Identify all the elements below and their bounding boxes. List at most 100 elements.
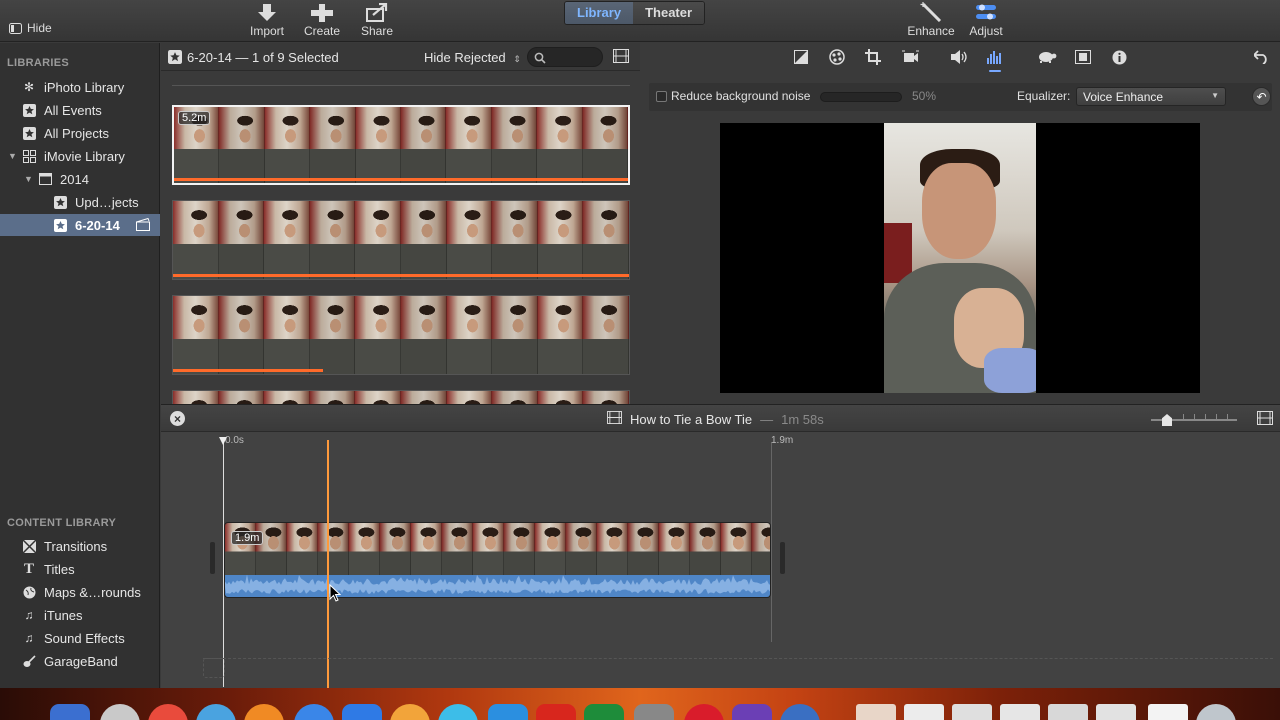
timeline-clip[interactable]: 1.9m [224, 522, 771, 598]
ruler-gridline [771, 442, 772, 642]
acrobat-icon[interactable] [536, 704, 576, 720]
timeline[interactable]: 0.0s 1.9m 1.9m [161, 432, 1280, 688]
quicktime-icon[interactable] [780, 704, 820, 720]
video-preview[interactable] [720, 123, 1200, 393]
zoom-slider-knob[interactable] [1162, 414, 1172, 426]
color-balance-icon[interactable] [791, 48, 811, 66]
clapper-icon [136, 217, 150, 234]
reduce-noise-checkbox[interactable] [656, 91, 667, 102]
info-icon[interactable] [1109, 48, 1129, 66]
rejected-range-bar [174, 178, 628, 181]
sidebar-item-iphoto-library[interactable]: ✻ iPhoto Library [0, 76, 160, 98]
document-thumbnail-icon[interactable] [904, 704, 944, 720]
document-thumbnail-icon[interactable] [1000, 704, 1040, 720]
sidebar-item-all-events[interactable]: All Events [0, 99, 160, 121]
playhead[interactable] [327, 440, 329, 688]
event-clip-1[interactable]: 5.2m [172, 105, 630, 185]
document-thumbnail-icon[interactable] [952, 704, 992, 720]
document-thumbnail-icon[interactable] [1048, 704, 1088, 720]
timeline-left-handle[interactable] [210, 542, 215, 574]
event-clip-2[interactable] [172, 200, 630, 280]
create-label: Create [303, 24, 341, 38]
filter-dropdown[interactable]: Hide Rejected ⇕ [424, 50, 521, 65]
tab-theater[interactable]: Theater [633, 2, 705, 24]
project-duration: 1m 58s [781, 411, 824, 427]
document-thumbnail-icon[interactable] [1096, 704, 1136, 720]
sidebar-item-label: iMovie Library [44, 148, 125, 164]
mail-icon[interactable] [342, 704, 382, 720]
sidebar-item-updated-projects[interactable]: Upd…jects [0, 191, 160, 213]
create-button[interactable]: Create [303, 0, 341, 38]
word-icon[interactable] [488, 704, 528, 720]
event-clip-4[interactable] [172, 390, 630, 404]
sidebar-item-itunes[interactable]: ♫ iTunes [0, 604, 160, 626]
timeline-right-handle[interactable] [780, 542, 785, 574]
clip-thumbnails [225, 523, 770, 575]
enhance-button[interactable]: Enhance [905, 0, 957, 38]
skype-icon[interactable] [438, 704, 478, 720]
viewer-panel: Reduce background noise 50% Equalizer: V… [641, 43, 1280, 404]
disclosure-triangle-icon[interactable]: ▼ [24, 174, 34, 184]
clip-appearance-icon[interactable] [1257, 411, 1273, 428]
sidebar-item-sound-effects[interactable]: ♫ Sound Effects [0, 627, 160, 649]
system-preferences-icon[interactable] [634, 704, 674, 720]
hide-libraries-button[interactable]: Hide [9, 21, 52, 35]
finder-icon[interactable] [50, 704, 90, 720]
crop-icon[interactable] [863, 48, 883, 66]
lastpass-icon[interactable] [684, 704, 724, 720]
excel-icon[interactable] [584, 704, 624, 720]
guitar-icon [22, 654, 36, 668]
audio-drop-zone[interactable] [203, 658, 1273, 659]
filmstrip-icon[interactable] [613, 49, 629, 68]
safari-icon[interactable] [196, 704, 236, 720]
sidebar-toggle-icon [9, 22, 22, 34]
sidebar-item-titles[interactable]: T Titles [0, 558, 160, 580]
firefox-icon[interactable] [244, 704, 284, 720]
share-button[interactable]: Share [358, 0, 396, 38]
audio-waveform[interactable] [225, 575, 770, 597]
imovie-icon[interactable] [732, 704, 772, 720]
sidebar-item-transitions[interactable]: Transitions [0, 535, 160, 557]
stabilization-icon[interactable] [900, 48, 920, 66]
close-project-button[interactable]: × [170, 411, 185, 426]
star-icon [22, 103, 36, 117]
equalizer-icon[interactable] [985, 48, 1005, 72]
sidebar-item-garageband[interactable]: GarageBand [0, 650, 160, 672]
document-thumbnail-icon[interactable] [1148, 704, 1188, 720]
adjust-button[interactable]: Adjust [964, 0, 1008, 38]
launchpad-icon[interactable] [100, 704, 140, 720]
search-field[interactable] [527, 47, 603, 67]
import-button[interactable]: Import [248, 0, 286, 38]
divider [172, 85, 630, 86]
titles-icon: T [23, 560, 34, 577]
document-thumbnail-icon[interactable] [856, 704, 896, 720]
noise-reduction-slider[interactable] [820, 92, 902, 102]
sidebar-item-imovie-library[interactable]: ▼ iMovie Library [0, 145, 160, 167]
reset-all-icon[interactable] [1251, 48, 1271, 66]
clip-filter-icon[interactable] [1073, 48, 1093, 66]
star-icon [53, 218, 67, 232]
sidebar-item-all-projects[interactable]: All Projects [0, 122, 160, 144]
app-store-icon[interactable] [294, 704, 334, 720]
sidebar-item-6-20-14[interactable]: 6-20-14 [0, 214, 160, 236]
tab-library[interactable]: Library [565, 2, 634, 24]
reset-button[interactable]: ↶ [1252, 87, 1271, 106]
volume-icon[interactable] [949, 48, 969, 66]
ruler-start-label: 0.0s [225, 435, 244, 446]
sidebar-item-label: GarageBand [44, 653, 118, 669]
event-clip-3[interactable] [172, 295, 630, 375]
star-icon [22, 126, 36, 140]
main-toolbar: Hide Import Create Share Library Theater… [0, 0, 1280, 42]
equalizer-select[interactable]: Voice Enhance ▼ [1076, 87, 1226, 106]
speed-turtle-icon[interactable] [1037, 48, 1057, 66]
event-browser: 6-20-14 — 1 of 9 Selected Hide Rejected … [161, 43, 640, 404]
sidebar-item-2014[interactable]: ▼ 2014 [0, 168, 160, 190]
rejected-range-bar [173, 274, 629, 277]
sidebar-item-maps-backgrounds[interactable]: Maps &…rounds [0, 581, 160, 603]
disclosure-triangle-icon[interactable]: ▼ [8, 151, 18, 161]
chrome-icon[interactable] [148, 704, 188, 720]
ibooks-icon[interactable] [390, 704, 430, 720]
color-correction-icon[interactable] [827, 48, 847, 66]
waveform-graphic [225, 575, 770, 594]
trash-icon[interactable] [1196, 704, 1236, 720]
